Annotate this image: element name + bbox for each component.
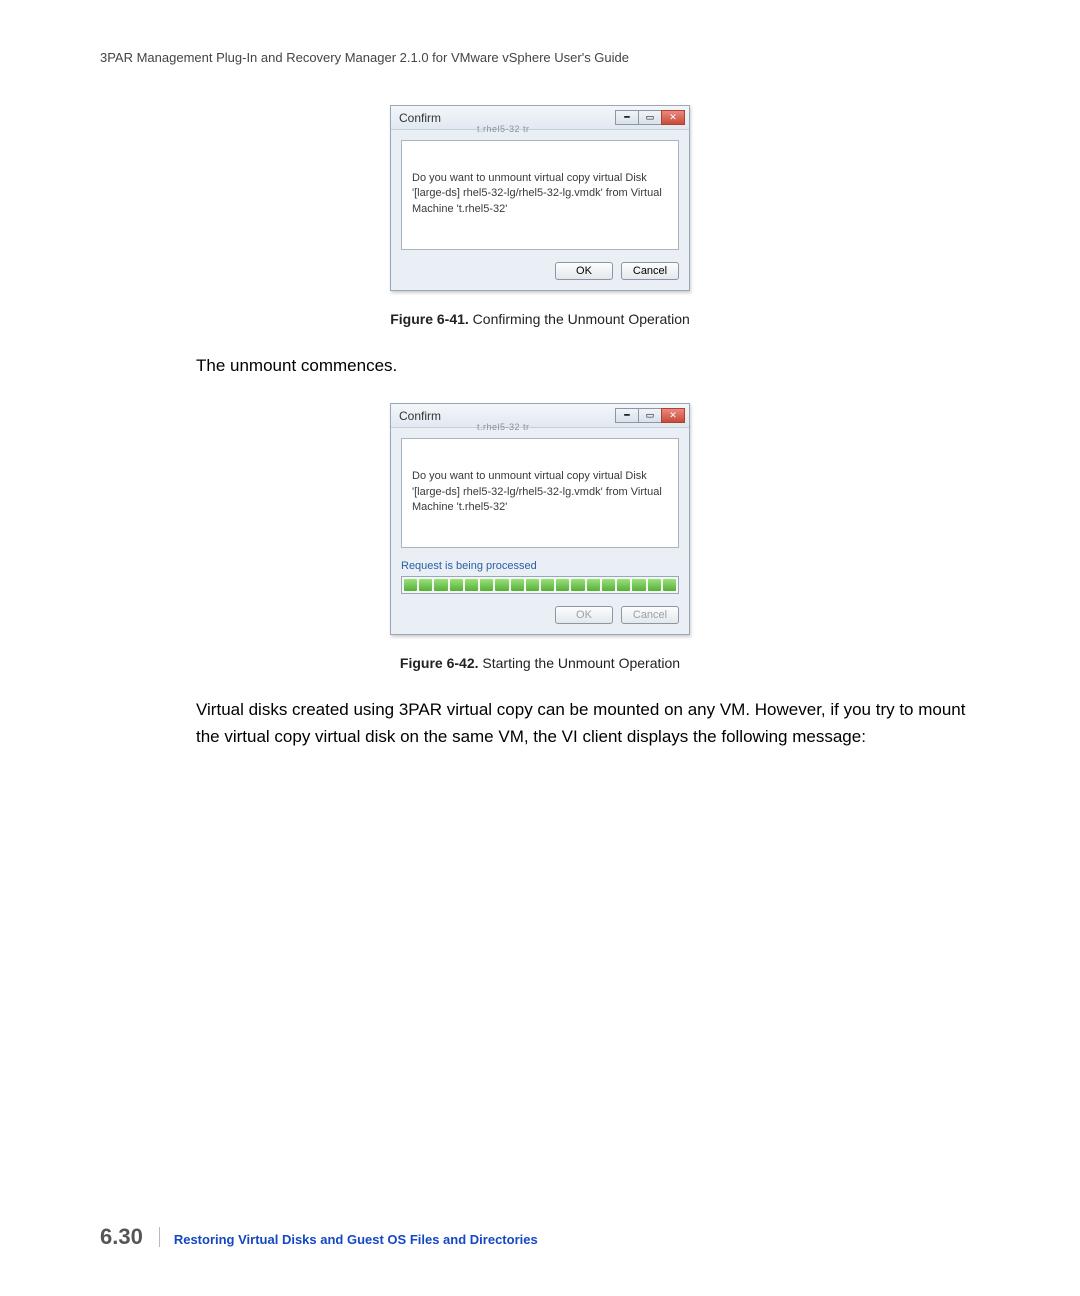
- figure-caption-1: Figure 6-41. Confirming the Unmount Oper…: [100, 311, 980, 327]
- dialog-message: Do you want to unmount virtual copy virt…: [401, 140, 679, 250]
- confirm-dialog-2: Confirm ━ ▭ ✕ t.rhel5-32 tr Do you want …: [390, 403, 690, 635]
- maximize-icon[interactable]: ▭: [638, 408, 662, 423]
- cancel-button: Cancel: [621, 606, 679, 624]
- figure-label: Figure 6-41.: [390, 311, 469, 327]
- dialog-message: Do you want to unmount virtual copy virt…: [401, 438, 679, 548]
- minimize-icon[interactable]: ━: [615, 408, 639, 423]
- figure-caption-2: Figure 6-42. Starting the Unmount Operat…: [100, 655, 980, 671]
- figure-title: Starting the Unmount Operation: [479, 655, 681, 671]
- body-paragraph-1: The unmount commences.: [100, 353, 980, 379]
- dialog-title: Confirm: [399, 409, 441, 423]
- cancel-button[interactable]: Cancel: [621, 262, 679, 280]
- ok-button[interactable]: OK: [555, 262, 613, 280]
- body-paragraph-2: Virtual disks created using 3PAR virtual…: [100, 697, 980, 750]
- minimize-icon[interactable]: ━: [615, 110, 639, 125]
- subtitle-ghost: t.rhel5-32 tr: [477, 124, 530, 134]
- subtitle-ghost: t.rhel5-32 tr: [477, 422, 530, 432]
- page-header: 3PAR Management Plug-In and Recovery Man…: [100, 50, 980, 65]
- progress-bar: [401, 576, 679, 594]
- dialog-message-text: Do you want to unmount virtual copy virt…: [412, 171, 668, 217]
- footer-section-title: Restoring Virtual Disks and Guest OS Fil…: [174, 1232, 538, 1247]
- close-icon[interactable]: ✕: [661, 110, 685, 125]
- ok-button: OK: [555, 606, 613, 624]
- dialog-message-text: Do you want to unmount virtual copy virt…: [412, 469, 668, 515]
- figure-title: Confirming the Unmount Operation: [469, 311, 690, 327]
- maximize-icon[interactable]: ▭: [638, 110, 662, 125]
- dialog-titlebar: Confirm ━ ▭ ✕: [391, 404, 689, 428]
- footer-divider: [159, 1227, 160, 1247]
- status-label: Request is being processed: [391, 554, 689, 574]
- confirm-dialog-1: Confirm ━ ▭ ✕ t.rhel5-32 tr Do you want …: [390, 105, 690, 291]
- figure-label: Figure 6-42.: [400, 655, 479, 671]
- dialog-titlebar: Confirm ━ ▭ ✕: [391, 106, 689, 130]
- dialog-title: Confirm: [399, 111, 441, 125]
- page-number: 6.30: [100, 1224, 143, 1250]
- close-icon[interactable]: ✕: [661, 408, 685, 423]
